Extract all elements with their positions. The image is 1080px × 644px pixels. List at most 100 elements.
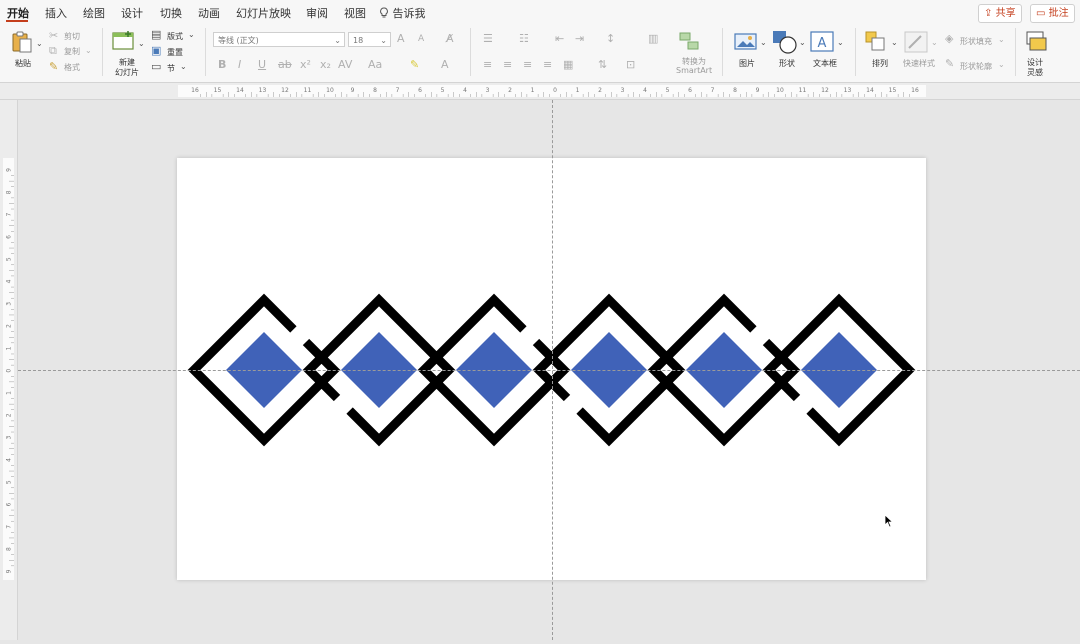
picture-button[interactable]: 图片: [739, 58, 755, 69]
font-name-combo[interactable]: 等线 (正文) ⌄: [213, 32, 345, 47]
italic-icon[interactable]: I: [238, 59, 241, 71]
text-direction-icon[interactable]: ⇅: [598, 59, 607, 71]
bold-icon[interactable]: B: [218, 59, 226, 71]
columns-icon[interactable]: ▥: [648, 33, 658, 45]
change-case-icon[interactable]: Aa: [368, 59, 382, 71]
ruler-tick-label: 4: [463, 87, 467, 94]
font-size-combo[interactable]: 18 ⌄: [348, 32, 391, 47]
reset-button[interactable]: 重置: [167, 47, 183, 58]
tab-view[interactable]: 视图: [344, 5, 366, 21]
shape-fill-chevron-icon[interactable]: ⌄: [998, 34, 1005, 46]
tab-draw[interactable]: 绘图: [83, 5, 105, 21]
shapes-button[interactable]: 形状: [779, 58, 795, 69]
ruler-tick-label: 0: [553, 87, 557, 94]
align-right-icon[interactable]: ≡: [523, 59, 532, 71]
format-painter-icon: ✎: [49, 60, 59, 73]
smartart-icon[interactable]: [678, 31, 702, 51]
new-slide-icon[interactable]: [112, 30, 136, 52]
tab-insert[interactable]: 插入: [45, 5, 67, 21]
section-button[interactable]: 节: [167, 63, 175, 74]
align-left-icon[interactable]: ≡: [483, 59, 492, 71]
quick-styles-chevron-icon[interactable]: ⌄: [931, 37, 938, 49]
justify-icon[interactable]: ≡: [543, 59, 552, 71]
ruler-tick-label: 4: [643, 87, 647, 94]
paste-dropdown-chevron-icon[interactable]: ⌄: [36, 38, 43, 50]
bullets-icon[interactable]: ☰: [483, 33, 493, 45]
ruler-tick-label: 6: [688, 87, 692, 94]
tab-design[interactable]: 设计: [121, 5, 143, 21]
font-size-chevron-icon: ⌄: [380, 36, 387, 45]
design-ideas-label-2[interactable]: 灵感: [1027, 67, 1043, 78]
tab-animations[interactable]: 动画: [198, 5, 220, 21]
subscript-icon[interactable]: x₂: [320, 59, 331, 71]
ruler-tick-label: 11: [799, 87, 807, 94]
decrease-indent-icon[interactable]: ⇤: [555, 33, 564, 45]
textbox-chevron-icon[interactable]: ⌄: [837, 37, 844, 49]
align-center-icon[interactable]: ≡: [503, 59, 512, 71]
superscript-icon[interactable]: x²: [300, 59, 311, 71]
ruler-tick-label: 5: [6, 257, 13, 261]
ruler-tick-label: 2: [598, 87, 602, 94]
font-name-chevron-icon: ⌄: [334, 36, 341, 45]
line-spacing-icon[interactable]: ↕: [606, 33, 615, 45]
cut-button[interactable]: 剪切: [64, 31, 80, 42]
shapes-chevron-icon[interactable]: ⌄: [799, 37, 806, 49]
shapes-icon[interactable]: [772, 30, 798, 54]
tab-home[interactable]: 开始: [7, 5, 29, 21]
tab-transitions[interactable]: 切换: [160, 5, 182, 21]
copy-icon: ⧉: [49, 44, 57, 57]
section-chevron-icon[interactable]: ⌄: [180, 61, 187, 73]
ruler-tick-label: 8: [373, 87, 377, 94]
strikethrough-icon[interactable]: ab: [278, 59, 292, 71]
shape-outline-chevron-icon[interactable]: ⌄: [998, 59, 1005, 71]
tell-me-label: 告诉我: [392, 7, 426, 20]
quick-styles-icon[interactable]: [904, 31, 928, 53]
ribbon-separator: [855, 28, 856, 76]
copy-button[interactable]: 复制: [64, 46, 80, 57]
arrange-icon[interactable]: [864, 30, 888, 54]
arrange-chevron-icon[interactable]: ⌄: [891, 37, 898, 49]
shrink-font-icon[interactable]: A: [418, 33, 424, 45]
shape-outline-button[interactable]: 形状轮廓: [960, 61, 992, 72]
comment-button[interactable]: ▭ 批注: [1030, 4, 1075, 23]
distributed-icon[interactable]: ▦: [563, 59, 573, 71]
ruler-tick-label: 4: [6, 279, 13, 283]
horizontal-guide[interactable]: [18, 370, 1080, 371]
new-slide-label-2[interactable]: 幻灯片: [115, 67, 139, 78]
picture-icon[interactable]: [734, 32, 758, 52]
layout-button[interactable]: 版式: [167, 31, 183, 42]
font-color-icon[interactable]: A: [441, 59, 449, 71]
align-text-icon[interactable]: ⊡: [626, 59, 635, 71]
layout-chevron-icon[interactable]: ⌄: [188, 29, 195, 41]
design-ideas-icon[interactable]: [1024, 30, 1048, 54]
paste-icon[interactable]: [10, 30, 34, 54]
numbering-icon[interactable]: ☷: [519, 33, 529, 45]
tab-tell-me[interactable]: 告诉我: [379, 5, 426, 21]
convert-smartart-label-2[interactable]: SmartArt: [676, 66, 712, 75]
new-slide-chevron-icon[interactable]: ⌄: [138, 38, 145, 50]
ruler-tick-label: 3: [621, 87, 625, 94]
textbox-button[interactable]: 文本框: [813, 58, 837, 69]
tab-slideshow[interactable]: 幻灯片放映: [236, 5, 291, 21]
copy-dropdown-chevron-icon[interactable]: ⌄: [85, 45, 92, 57]
clear-formatting-icon[interactable]: A̸: [446, 33, 454, 45]
picture-chevron-icon[interactable]: ⌄: [760, 37, 767, 49]
highlight-icon[interactable]: ✎: [410, 59, 419, 71]
svg-text:A: A: [818, 36, 827, 51]
increase-indent-icon[interactable]: ⇥: [575, 33, 584, 45]
arrange-button[interactable]: 排列: [872, 58, 888, 69]
share-label: 共享: [995, 8, 1016, 19]
shape-fill-button[interactable]: 形状填充: [960, 36, 992, 47]
paste-button[interactable]: 粘贴: [15, 58, 31, 69]
format-painter-button[interactable]: 格式: [64, 62, 80, 73]
share-button[interactable]: ⇪ 共享: [978, 4, 1022, 23]
tab-review[interactable]: 审阅: [306, 5, 328, 21]
menu-bar: 开始 插入 绘图 设计 切换 动画 幻灯片放映 审阅 视图 告诉我 ⇪ 共享 ▭…: [0, 0, 1080, 24]
ruler-tick-label: 1: [531, 87, 535, 94]
textbox-icon[interactable]: A: [810, 31, 834, 53]
character-spacing-icon[interactable]: AV: [338, 59, 352, 71]
grow-font-icon[interactable]: A: [397, 33, 405, 45]
quick-styles-button[interactable]: 快速样式: [903, 58, 935, 69]
underline-icon[interactable]: U: [258, 59, 266, 71]
ruler-tick-label: 16: [191, 87, 199, 94]
